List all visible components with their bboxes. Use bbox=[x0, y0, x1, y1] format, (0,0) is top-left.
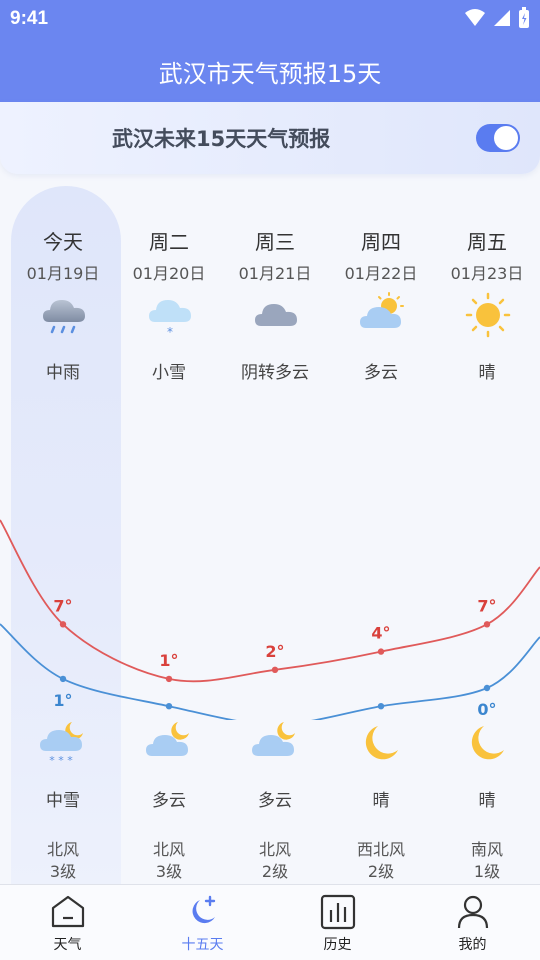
wind-level: 1级 bbox=[473, 862, 501, 881]
signal-icon bbox=[494, 10, 510, 26]
cloud-sun-icon bbox=[360, 292, 404, 328]
night-weather: 多云 bbox=[152, 791, 186, 811]
low-temp-label: 1° bbox=[53, 691, 72, 710]
temperature-chart: 7°1°2°4°7°1°-2°-4°-2°0° bbox=[0, 519, 540, 720]
wind-level: 2级 bbox=[261, 862, 289, 881]
wind-direction: 南风 bbox=[470, 840, 503, 859]
high-temp-label: 2° bbox=[265, 642, 284, 661]
sun-icon bbox=[465, 292, 511, 338]
high-temp-label: 1° bbox=[159, 651, 178, 670]
low-temp-point bbox=[59, 675, 67, 683]
snow-cloud-moon-icon: * * * bbox=[40, 722, 83, 767]
day-name: 周二 bbox=[149, 230, 189, 254]
wind-level: 3级 bbox=[49, 862, 77, 881]
cloud-moon-icon bbox=[252, 722, 295, 756]
tab-label: 十五天 bbox=[181, 937, 224, 953]
battery-icon bbox=[519, 7, 529, 28]
forecast-banner: 武汉未来15天天气预报 bbox=[0, 102, 540, 174]
page-title: 武汉市天气预报15天 bbox=[158, 60, 382, 88]
low-temp-point bbox=[377, 703, 385, 710]
moon-plus-icon bbox=[192, 895, 216, 924]
tab-mine[interactable]: 我的 bbox=[405, 885, 540, 960]
wind-level: 3级 bbox=[155, 862, 183, 881]
low-temp-point bbox=[165, 703, 173, 710]
day-date: 01月23日 bbox=[450, 264, 524, 283]
high-temp-point bbox=[59, 621, 67, 628]
night-weather: 中雪 bbox=[46, 791, 80, 811]
wind-direction: 西北风 bbox=[356, 840, 405, 859]
cloud-moon-icon bbox=[146, 722, 189, 756]
bar-chart-icon bbox=[320, 894, 356, 930]
low-temp-label: -2° bbox=[368, 718, 394, 720]
wind-direction: 北风 bbox=[152, 840, 185, 859]
day-weather: 阴转多云 bbox=[241, 363, 309, 383]
tab-label: 我的 bbox=[458, 937, 487, 953]
app-bar: 武汉市天气预报15天 bbox=[0, 36, 540, 102]
high-temp-point bbox=[377, 648, 385, 655]
user-icon bbox=[457, 895, 489, 929]
day-date: 01月22日 bbox=[344, 264, 418, 283]
svg-text:* * *: * * * bbox=[49, 754, 73, 767]
forecast-toggle[interactable] bbox=[476, 124, 520, 152]
moon-icon bbox=[471, 726, 504, 760]
high-temp-label: 7° bbox=[477, 596, 496, 615]
tab-history[interactable]: 历史 bbox=[270, 885, 405, 960]
day-date: 01月20日 bbox=[132, 264, 206, 283]
day-weather: 多云 bbox=[364, 363, 398, 383]
overcast-cloud-icon bbox=[255, 304, 297, 326]
house-icon bbox=[51, 895, 85, 928]
wind-direction: 北风 bbox=[258, 840, 291, 859]
status-icons bbox=[464, 7, 530, 29]
day-weather: 小雪 bbox=[152, 363, 186, 383]
tab-weather[interactable]: 天气 bbox=[0, 885, 135, 960]
status-bar: 9:41 bbox=[0, 0, 540, 36]
night-weather: 晴 bbox=[372, 791, 390, 811]
tab-fifteen-days[interactable]: 十五天 bbox=[135, 885, 270, 960]
rain-cloud-icon bbox=[43, 300, 85, 334]
wind-direction: 北风 bbox=[46, 840, 79, 859]
day-name: 周五 bbox=[467, 230, 507, 254]
day-date: 01月21日 bbox=[238, 264, 312, 283]
day-weather: 晴 bbox=[478, 363, 496, 383]
day-name: 周四 bbox=[361, 230, 401, 254]
high-temp-point bbox=[271, 666, 279, 673]
tab-label: 天气 bbox=[53, 937, 82, 953]
snow-cloud-icon: * bbox=[149, 300, 191, 338]
day-name: 周三 bbox=[255, 230, 295, 254]
low-temp-label: 0° bbox=[477, 700, 496, 719]
day-date: 01月19日 bbox=[26, 264, 100, 283]
status-time: 9:41 bbox=[10, 8, 49, 29]
toggle-knob bbox=[494, 126, 518, 150]
tab-label: 历史 bbox=[323, 937, 352, 953]
wind-level: 2级 bbox=[367, 862, 395, 881]
high-temp-label: 7° bbox=[53, 596, 72, 615]
day-weather: 中雨 bbox=[46, 363, 80, 383]
moon-icon bbox=[365, 726, 398, 760]
day-name: 今天 bbox=[43, 230, 83, 254]
night-weather: 多云 bbox=[258, 791, 292, 811]
high-temp-point bbox=[483, 621, 491, 628]
wifi-icon bbox=[465, 9, 485, 26]
bottom-tab-bar: 天气 十五天 历史 我的 bbox=[0, 884, 540, 960]
low-temp-point bbox=[483, 684, 491, 692]
low-temp-label: -2° bbox=[156, 718, 182, 720]
banner-title: 武汉未来15天天气预报 bbox=[112, 127, 331, 151]
high-temp-label: 4° bbox=[371, 624, 390, 643]
night-weather: 晴 bbox=[478, 791, 496, 811]
high-temp-point bbox=[165, 675, 173, 683]
svg-text:*: * bbox=[167, 325, 173, 338]
